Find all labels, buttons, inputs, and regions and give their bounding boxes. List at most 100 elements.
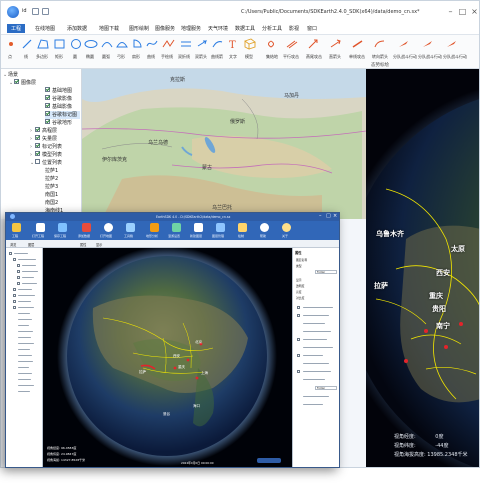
tool-label-bow[interactable]: 弓形 [117, 54, 125, 60]
tree-row[interactable] [18, 313, 30, 315]
tree-row[interactable] [18, 367, 29, 369]
add-data-icon[interactable] [82, 223, 91, 232]
tree-checkbox[interactable] [13, 294, 16, 297]
ribbon-label-open-map[interactable]: 打开地图 [100, 234, 112, 238]
ribbon-label-save-project[interactable]: 保存工程 [54, 234, 66, 238]
tree-row[interactable] [18, 319, 32, 321]
minimize-icon[interactable]: – [446, 7, 455, 16]
tree-checkbox[interactable] [13, 258, 16, 261]
props-checkbox[interactable] [297, 354, 300, 357]
tool-label-turn-arrow[interactable]: 转向箭头 [372, 54, 388, 60]
tool-label-arc[interactable]: 圆弧 [102, 54, 110, 60]
tree-checkbox[interactable] [13, 306, 16, 309]
props-checkbox[interactable] [297, 314, 300, 317]
tree-checkbox[interactable] [17, 276, 20, 279]
tree-item-google-terrain[interactable]: 谷歌地形 [45, 119, 72, 127]
tree-row[interactable] [18, 373, 32, 375]
ribbon-label-terrain[interactable]: 地形分析 [146, 234, 158, 238]
tree-row[interactable] [14, 253, 28, 255]
front-minimize-icon[interactable]: – [319, 213, 322, 219]
tree-item-lasa1[interactable]: 拉萨1 [45, 167, 58, 175]
tree-row[interactable] [18, 385, 34, 387]
tree-row[interactable] [18, 379, 31, 381]
tool-label-sector[interactable]: 扇形 [132, 54, 140, 60]
tool-label-unit-action-1[interactable]: 分队战斗行动 [393, 54, 417, 60]
ribbon-label-project[interactable]: 工程 [12, 234, 18, 238]
menu-project[interactable]: 工程 [7, 24, 26, 33]
checkbox[interactable] [45, 111, 50, 116]
tree-row[interactable] [18, 349, 30, 351]
ribbon-label-help[interactable]: 帮助 [260, 234, 266, 238]
tool-label-parallel-attack[interactable]: 平行攻击 [283, 54, 299, 60]
ribbon-label-layer-manager[interactable]: 图层管理 [212, 234, 224, 238]
toolbar-layers[interactable]: 图层 [28, 242, 34, 247]
menu-film[interactable]: 影视 [289, 25, 299, 32]
help-icon[interactable] [260, 223, 269, 232]
tree-item-markers[interactable]: › 标记列表 [30, 143, 62, 151]
tree-row[interactable] [18, 361, 33, 363]
menu-map-download[interactable]: 地图下载 [99, 25, 119, 32]
tool-label-polygon[interactable]: 多边形 [36, 54, 48, 60]
ribbon-label-open-project[interactable]: 打开工程 [32, 234, 44, 238]
menu-data-tools[interactable]: 数据工具 [235, 25, 255, 32]
save-project-icon[interactable] [58, 223, 67, 232]
tree-item-elevation[interactable]: › 高程层 [30, 127, 57, 135]
menu-weather[interactable]: 天气环境 [208, 25, 228, 32]
tree-item-lasa2[interactable]: 拉萨2 [45, 175, 58, 183]
tree-checkbox[interactable] [13, 300, 16, 303]
tree-checkbox[interactable] [9, 252, 12, 255]
props-checkbox[interactable] [297, 306, 300, 309]
tree-row[interactable] [18, 259, 36, 261]
terrain-analysis-icon[interactable] [150, 223, 159, 232]
tool-label-single-line[interactable]: 单线攻击 [349, 54, 365, 60]
about-icon[interactable] [282, 223, 291, 232]
tree-checkbox[interactable] [13, 288, 16, 291]
tree-item-base-imagery[interactable]: 基础影像 [45, 103, 72, 111]
tree-row[interactable] [18, 391, 30, 393]
tool-label-curve[interactable]: 曲线 [147, 54, 155, 60]
tree-checkbox[interactable] [17, 270, 20, 273]
ribbon-label-roam[interactable]: 漫游设置 [168, 234, 180, 238]
tool-label-text[interactable]: 文字 [229, 54, 237, 60]
tool-label-unit-action-3[interactable]: 分队战斗行动 [443, 54, 467, 60]
tree-row[interactable] [18, 301, 31, 303]
tree-row[interactable] [22, 265, 36, 267]
open-project-icon[interactable] [36, 223, 45, 232]
front-maximize-icon[interactable]: □ [326, 213, 331, 219]
tool-label-circle[interactable]: 圆 [73, 54, 77, 60]
tree-item-nanguo2[interactable]: 南国2 [45, 199, 58, 207]
tree-row[interactable] [22, 283, 37, 285]
props-checkbox[interactable] [297, 338, 300, 341]
tool-label-double-arrow[interactable]: 双箭头 [195, 54, 207, 60]
checkbox[interactable] [35, 151, 40, 156]
menu-online-map[interactable]: 在线地图 [35, 25, 55, 32]
maximize-icon[interactable]: □ [458, 7, 467, 16]
tree-row[interactable] [22, 277, 34, 279]
tool-label-point[interactable]: 点 [8, 54, 12, 60]
menu-draw[interactable]: 图形绘制 [129, 25, 149, 32]
tree-row[interactable] [18, 355, 32, 357]
tool-label-rect[interactable]: 矩形 [55, 54, 63, 60]
draw-icon[interactable] [238, 223, 247, 232]
tool-label-straight-arrow[interactable]: 直箭头 [329, 54, 341, 60]
tool-label-double-line[interactable]: 双折线 [178, 54, 190, 60]
new-layer-icon[interactable] [194, 223, 203, 232]
tree-checkbox[interactable] [17, 282, 20, 285]
checkbox[interactable] [35, 127, 40, 132]
tree-checkbox[interactable] [17, 264, 20, 267]
save-icon[interactable] [32, 8, 39, 15]
props-checkbox[interactable] [297, 370, 300, 373]
checkbox[interactable] [45, 95, 50, 100]
ribbon-label-about[interactable]: 关于 [282, 234, 288, 238]
checkbox[interactable] [14, 79, 19, 84]
props-value-field[interactable]: Folder [315, 386, 337, 390]
tree-row[interactable] [18, 307, 34, 309]
tree-row[interactable] [22, 271, 38, 273]
front-globe-view[interactable]: 北京 西安 重庆 上海 拉萨 海口 曼谷 视角经度: 96.4583度 视角纬度… [43, 248, 292, 467]
ribbon-label-add-data[interactable]: 添加数据 [78, 234, 90, 238]
ribbon-label-draw[interactable]: 绘制 [238, 234, 244, 238]
roam-settings-icon[interactable] [172, 223, 181, 232]
tool-label-line[interactable]: 线 [24, 54, 28, 60]
ribbon-label-new-layer[interactable]: 新建图层 [190, 234, 202, 238]
tree-item-image-layer[interactable]: ⌄ 图像层 [9, 79, 36, 87]
